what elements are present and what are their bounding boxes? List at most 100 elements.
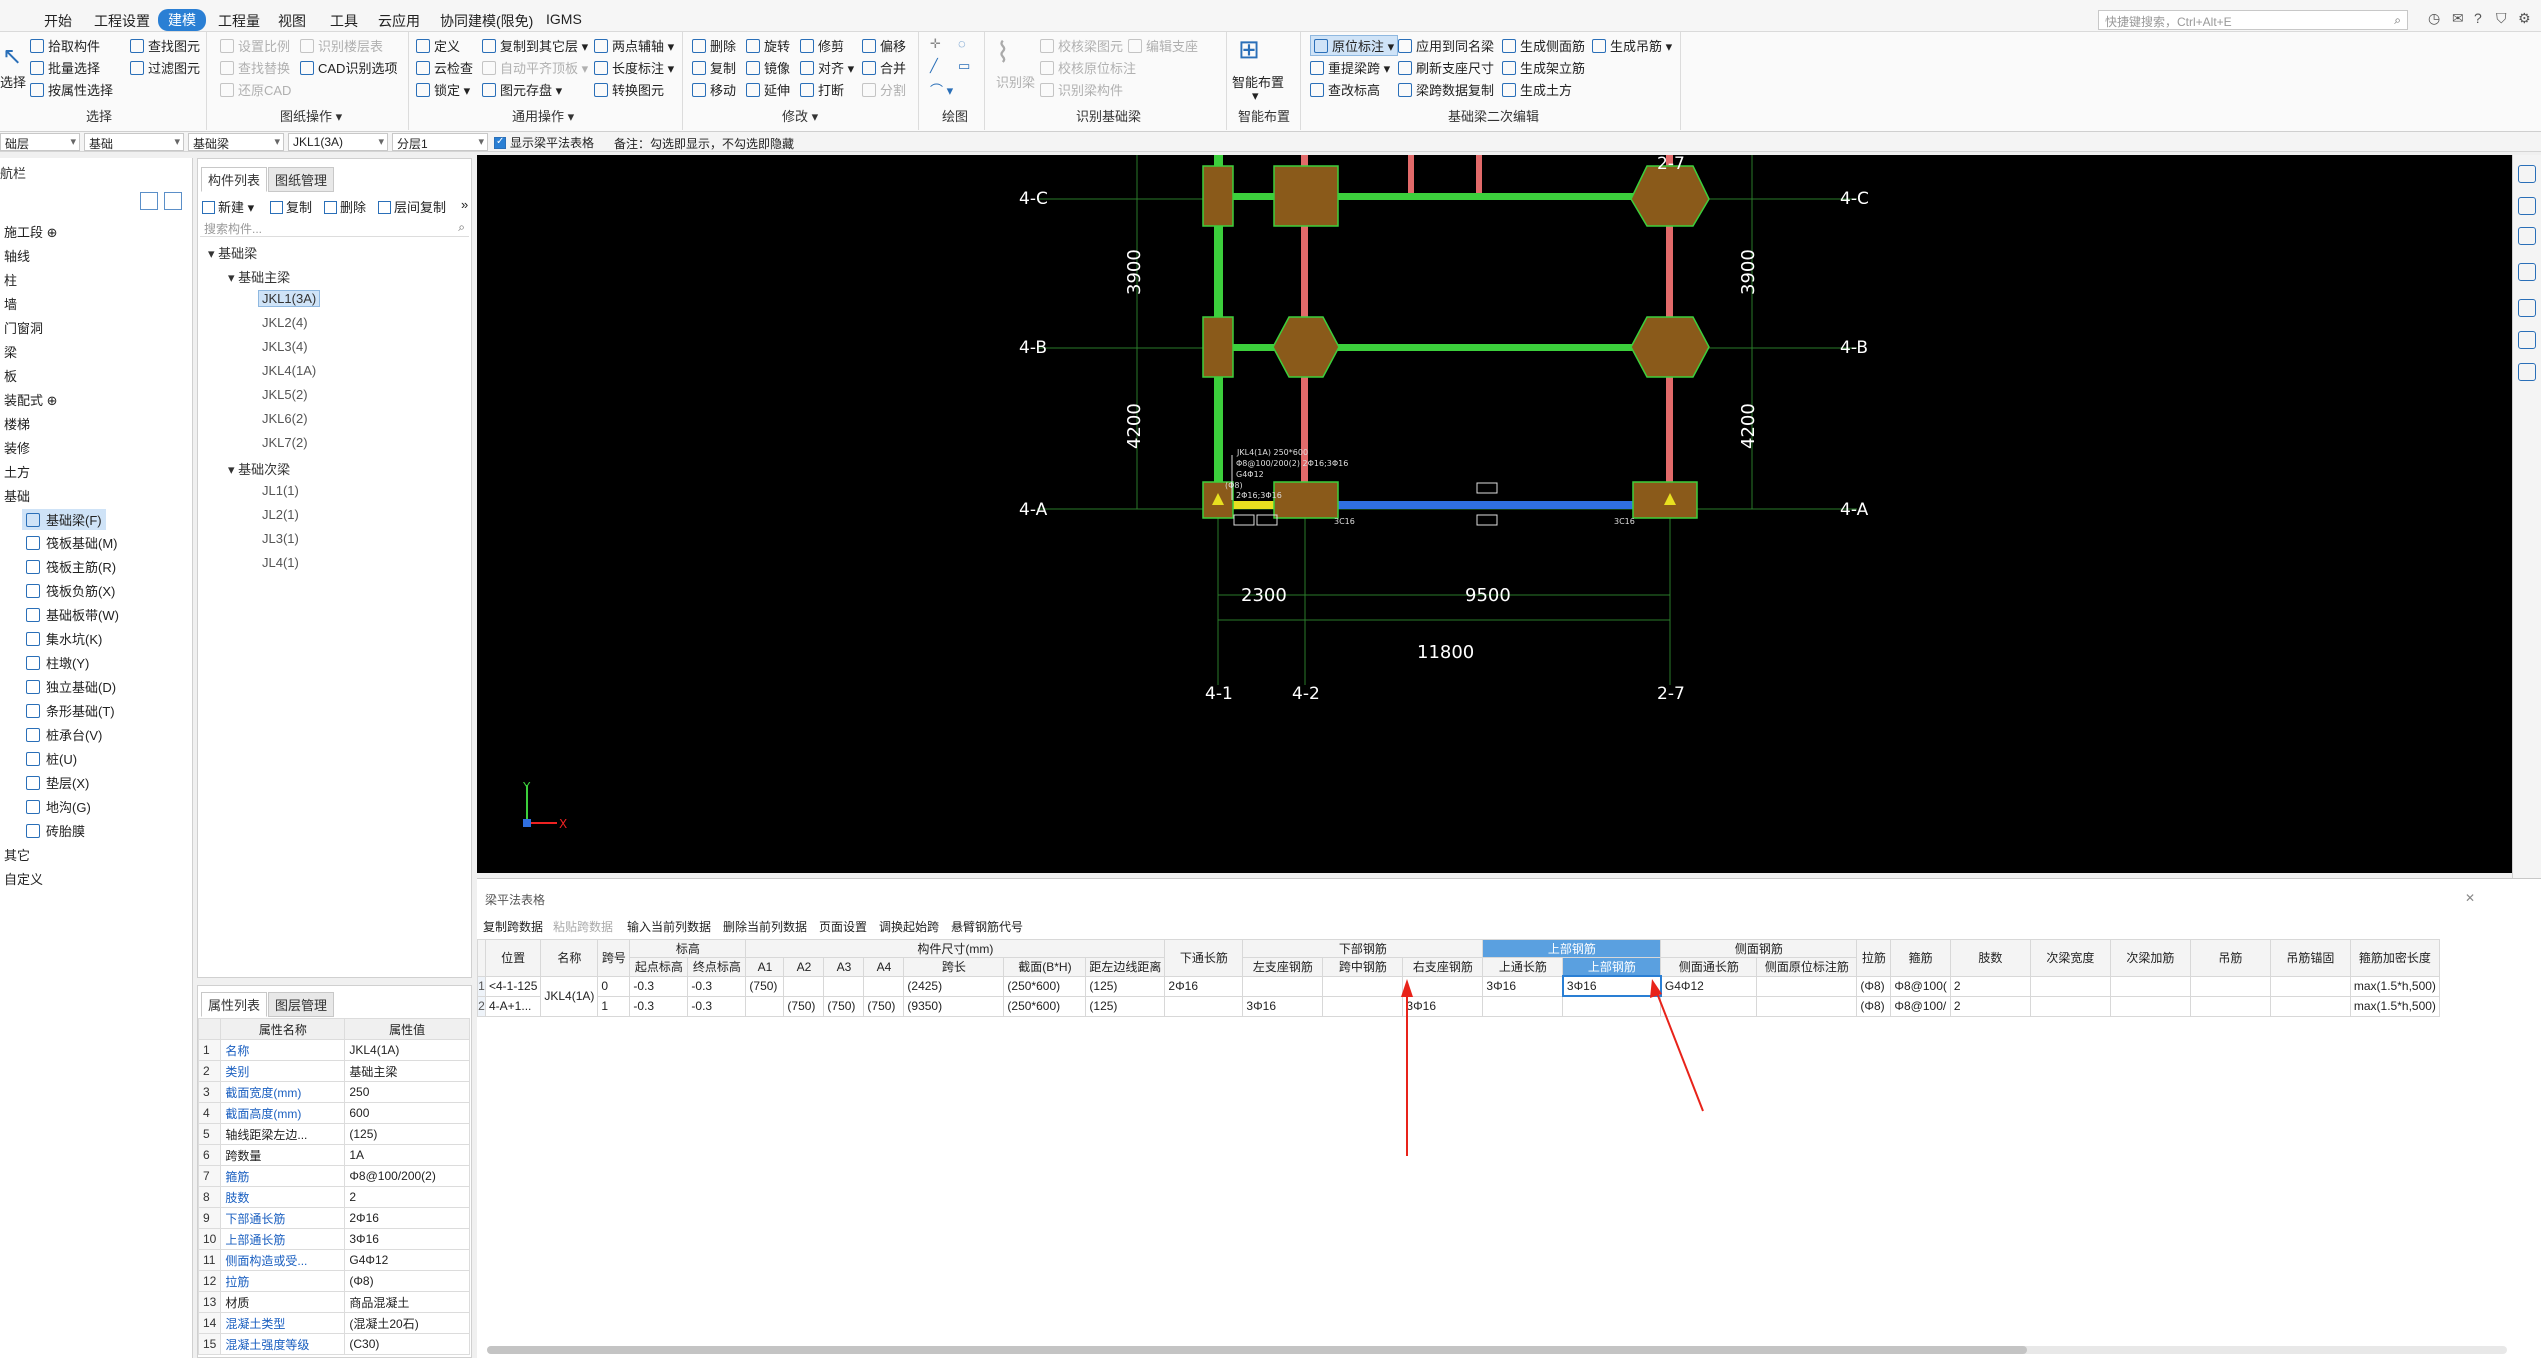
shirt-icon[interactable]: ⛉ (2496, 10, 2507, 27)
select-arrow-icon[interactable]: ↖ (2, 42, 22, 71)
property-row[interactable]: 8 肢数 2 (197, 1186, 470, 1208)
group-label-general[interactable]: 通用操作 ▾ (512, 106, 574, 125)
nav-sub-item[interactable]: 独立基础(D) (26, 677, 116, 696)
recognize-beam-button[interactable]: 识别梁 (996, 72, 1035, 91)
mirror-button[interactable]: 镜像 (746, 58, 790, 77)
save-element-button[interactable]: 图元存盘 ▾ (482, 80, 562, 99)
beam-annotation[interactable]: Φ8@100/200(2) 2Φ16;3Φ16 (1236, 459, 1348, 468)
tree-item[interactable]: JKL7(2) (262, 435, 308, 450)
auto-align-button[interactable]: 自动平齐顶板 ▾ (482, 58, 588, 77)
pile-cap[interactable] (1273, 481, 1339, 519)
extend-button[interactable]: 延伸 (746, 80, 790, 99)
property-value[interactable]: Φ8@100/200(2) (344, 1165, 470, 1187)
plan-drawing[interactable]: JKL4(1A) 250*600 Φ8@100/200(2) 2Φ16;3Φ16… (477, 155, 2512, 873)
recognize-floor-table-button[interactable]: 识别楼层表 (300, 36, 383, 55)
property-value[interactable]: (C30) (344, 1333, 470, 1355)
pile-cap[interactable] (1202, 165, 1234, 227)
restore-cad-button[interactable]: 还原CAD (220, 80, 291, 99)
property-row[interactable]: 10 上部通长筋 3Φ16 (197, 1228, 470, 1250)
batch-select-button[interactable]: 批量选择 (30, 58, 100, 77)
nav-sub-item[interactable]: 地沟(G) (26, 797, 91, 816)
more-tools-button[interactable]: » (461, 197, 468, 212)
offset-button[interactable]: 偏移 (862, 36, 906, 55)
lock-button[interactable]: 锁定 ▾ (416, 80, 470, 99)
property-value[interactable]: (125) (344, 1123, 470, 1145)
nav-item[interactable]: 楼梯 (4, 414, 30, 433)
nav-item[interactable]: 轴线 (4, 246, 30, 265)
drawing-canvas[interactable]: JKL4(1A) 250*600 Φ8@100/200(2) 2Φ16;3Φ16… (477, 155, 2512, 873)
tab-start[interactable]: 开始 (44, 11, 72, 31)
report-icon[interactable] (2518, 363, 2536, 381)
nav-sub-item[interactable]: 筏板负筋(X) (26, 581, 115, 600)
tab-tools[interactable]: 工具 (330, 11, 358, 31)
property-value[interactable]: 基础主梁 (344, 1060, 470, 1082)
check-beam-button[interactable]: 校核梁图元 (1040, 36, 1123, 55)
delete-button[interactable]: 删除 (692, 36, 736, 55)
component-search-input[interactable]: 搜索构件... ⌕ (200, 217, 469, 237)
nav-item[interactable]: 施工段 ⊕ (4, 222, 58, 241)
scrollbar-thumb[interactable] (487, 1346, 2027, 1354)
nav-sub-item[interactable]: 条形基础(T) (26, 701, 115, 720)
refresh-support-button[interactable]: 刷新支座尺寸 (1398, 58, 1494, 77)
tab-igms[interactable]: IGMS (546, 11, 582, 27)
nav-item[interactable]: 基础 (4, 486, 30, 505)
pile-cap[interactable] (1630, 165, 1710, 227)
tab-layer-manage[interactable]: 图层管理 (268, 992, 335, 1017)
gen-earthwork-button[interactable]: 生成土方 (1502, 80, 1572, 99)
property-row[interactable]: 12 拉筋 (Φ8) (197, 1270, 470, 1292)
nav-item[interactable]: 梁 (4, 342, 17, 361)
point-draw-icon[interactable]: ✛ (930, 36, 941, 52)
merge-button[interactable]: 合并 (862, 58, 906, 77)
property-row[interactable]: 3 截面宽度(mm) 250 (197, 1081, 470, 1103)
tab-quantity[interactable]: 工程量 (218, 11, 260, 31)
type-select[interactable]: 基础梁 (188, 133, 284, 151)
recognize-beam-icon[interactable]: ⌇ (996, 36, 1010, 69)
tab-properties[interactable]: 属性列表 (201, 992, 268, 1017)
fit-view-icon[interactable] (2518, 299, 2536, 317)
rebar-tag[interactable]: 3C16 (1334, 517, 1355, 526)
set-scale-button[interactable]: 设置比例 (220, 36, 290, 55)
component-select[interactable]: JKL1(3A) (288, 133, 388, 151)
gen-erection-bar-button[interactable]: 生成架立筋 (1502, 58, 1585, 77)
split-button[interactable]: 分割 (862, 80, 906, 99)
property-row[interactable]: 13 材质 商品混凝土 (197, 1291, 470, 1313)
cloud-check-button[interactable]: 云检查 (416, 58, 473, 77)
check-annotation-button[interactable]: 校核原位标注 (1040, 58, 1136, 77)
property-row[interactable]: 6 跨数量 1A (197, 1144, 470, 1166)
tree-item[interactable]: JKL3(4) (262, 339, 308, 354)
tab-cloud[interactable]: 云应用 (378, 11, 420, 31)
nav-item[interactable]: 其它 (4, 845, 30, 864)
tree-item[interactable]: JL3(1) (262, 531, 299, 546)
message-icon[interactable]: ✉ (2452, 10, 2464, 27)
nav-sub-item[interactable]: 垫层(X) (26, 773, 89, 792)
tree-item[interactable]: JKL4(1A) (262, 363, 316, 378)
layer-select[interactable]: 分层1 (392, 133, 488, 151)
property-row[interactable]: 5 轴线距梁左边... (125) (197, 1123, 470, 1145)
nav-item[interactable]: 柱 (4, 270, 17, 289)
tree-item[interactable]: JL4(1) (262, 555, 299, 570)
smart-layout-dropdown[interactable]: ▾ (1252, 88, 1259, 104)
tree-group-sub-beam[interactable]: ▾ 基础次梁 (228, 459, 290, 478)
delete-component-button[interactable]: 删除 (324, 197, 366, 216)
nav-sub-item[interactable]: 桩承台(V) (26, 725, 102, 744)
length-dim-button[interactable]: 长度标注 ▾ (594, 58, 674, 77)
group-label-modify[interactable]: 修改 ▾ (782, 106, 818, 125)
property-value[interactable]: 2Φ16 (344, 1207, 470, 1229)
break-button[interactable]: 打断 (800, 80, 844, 99)
nav-sub-item[interactable]: 砖胎膜 (26, 821, 85, 840)
property-row[interactable]: 15 混凝土强度等级 (C30) (197, 1333, 470, 1355)
property-value[interactable]: G4Φ12 (344, 1249, 470, 1271)
copy-span-data-button[interactable]: 梁跨数据复制 (1398, 80, 1494, 99)
nav-sub-item[interactable]: 柱墩(Y) (26, 653, 89, 672)
list-view-icon[interactable] (140, 192, 158, 210)
select-by-attr-button[interactable]: 按属性选择 (30, 80, 113, 99)
floor-select[interactable]: 础层 (0, 133, 80, 151)
move-button[interactable]: 移动 (692, 80, 736, 99)
tab-project-settings[interactable]: 工程设置 (94, 11, 150, 31)
settings-icon[interactable]: ⚙ (2518, 10, 2531, 27)
table-horizontal-scrollbar[interactable] (487, 1346, 2507, 1354)
tab-view[interactable]: 视图 (278, 11, 306, 31)
convert-element-button[interactable]: 转换图元 (594, 80, 664, 99)
nav-sub-item[interactable]: 集水坑(K) (26, 629, 102, 648)
checkbox-checked-icon[interactable] (494, 136, 506, 149)
